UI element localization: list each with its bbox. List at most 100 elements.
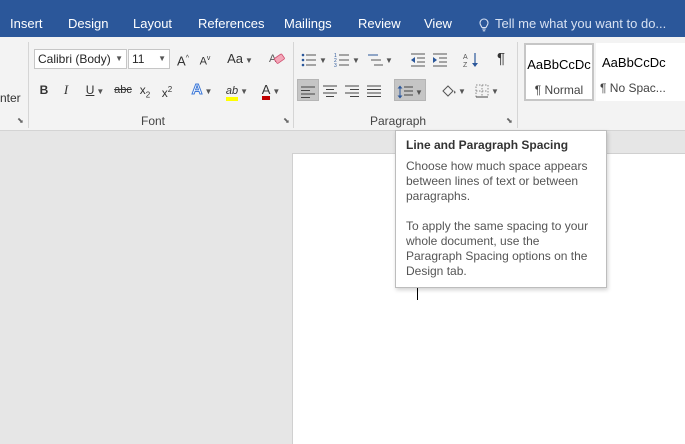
line-spacing-tooltip: Line and Paragraph Spacing Choose how mu…	[395, 130, 607, 288]
font-color-icon: A	[261, 83, 271, 100]
tab-insert[interactable]: Insert	[10, 0, 43, 37]
tab-references[interactable]: References	[198, 0, 264, 37]
borders-icon	[475, 84, 489, 98]
shrink-font-button[interactable]: Av	[196, 48, 214, 70]
style-name: ¶ Normal	[534, 83, 584, 97]
lightbulb-icon	[479, 18, 489, 32]
tooltip-paragraph: Choose how much space appears between li…	[406, 159, 588, 203]
text-effects-icon: A	[191, 81, 203, 99]
grow-font-button[interactable]: A^	[174, 48, 192, 70]
shading-button[interactable]: ▼	[438, 79, 468, 101]
bullets-button[interactable]: ▼	[300, 48, 328, 70]
superscript-mark: 2	[167, 85, 173, 94]
increase-indent-icon	[432, 53, 448, 67]
font-name-value: Calibri (Body)	[38, 52, 111, 66]
chevron-down-icon: ▼	[96, 87, 105, 96]
change-case-button[interactable]: Aa ▼	[224, 48, 256, 70]
style-sample: AaBbCcDc	[602, 55, 666, 70]
bullet-list-icon	[301, 53, 317, 67]
tab-design[interactable]: Design	[68, 0, 108, 37]
chevron-down-icon: ▼	[415, 88, 423, 97]
chevron-down-icon: ▼	[240, 87, 249, 96]
numbered-list-icon: 123	[334, 53, 350, 67]
sort-button[interactable]: AZ	[461, 48, 481, 70]
text-effects-button[interactable]: A ▼	[188, 79, 216, 101]
group-separator	[293, 42, 294, 128]
highlighter-icon: ab	[225, 85, 239, 101]
tab-view[interactable]: View	[424, 0, 452, 37]
chevron-down-icon: ▼	[458, 87, 466, 96]
chevron-down-icon: ▼	[244, 56, 253, 65]
font-name-combo[interactable]: Calibri (Body) ▼	[34, 49, 127, 69]
eraser-icon: A	[268, 50, 288, 68]
grow-font-icon: A	[177, 53, 186, 69]
italic-button[interactable]: I	[58, 79, 74, 101]
line-spacing-button[interactable]: ▼	[394, 79, 426, 101]
align-center-icon	[323, 85, 337, 97]
chevron-down-icon: ▼	[491, 87, 499, 96]
tell-me-search[interactable]: Tell me what you want to do...	[479, 0, 666, 37]
clear-formatting-button[interactable]: A	[268, 48, 288, 70]
borders-button[interactable]: ▼	[472, 79, 502, 101]
font-size-combo[interactable]: 11 ▼	[128, 49, 170, 69]
numbering-button[interactable]: 1 2 3 ▼	[333, 48, 361, 70]
chevron-down-icon: ▼	[385, 56, 393, 65]
style-sample: AaBbCcDc	[527, 57, 591, 72]
tell-me-text: Tell me what you want to do...	[495, 16, 667, 31]
font-color-button[interactable]: A ▼	[256, 79, 286, 101]
svg-text:Z: Z	[463, 62, 468, 68]
group-separator	[28, 42, 29, 128]
paragraph-dialog-launcher-icon[interactable]: ⬊	[506, 117, 514, 125]
multilevel-list-button[interactable]: ▼	[366, 48, 394, 70]
style-no-spacing[interactable]: AaBbCcDc ¶ No Spac...	[596, 43, 685, 101]
font-group-label: Font	[141, 114, 166, 128]
line-spacing-icon	[397, 85, 414, 99]
text-cursor	[417, 288, 418, 300]
superscript-button[interactable]: x2	[159, 79, 175, 101]
chevron-down-icon: ▼	[319, 56, 327, 65]
underline-button[interactable]: U ▼	[80, 79, 110, 101]
chevron-down-icon: ▼	[158, 54, 166, 63]
increase-indent-button[interactable]	[430, 48, 450, 70]
chevron-down-icon: ▼	[115, 54, 123, 63]
align-right-icon	[345, 85, 359, 97]
tooltip-paragraph: To apply the same spacing to your whole …	[406, 219, 589, 278]
align-center-button[interactable]	[320, 79, 340, 101]
chevron-down-icon: ▼	[272, 87, 281, 96]
font-size-value: 11	[132, 52, 145, 66]
align-right-button[interactable]	[342, 79, 362, 101]
svg-text:3: 3	[334, 63, 337, 67]
multilevel-list-icon	[367, 53, 384, 67]
group-separator	[517, 42, 518, 128]
bold-button[interactable]: B	[36, 79, 52, 101]
format-painter-label[interactable]: nter	[0, 91, 21, 105]
tab-review[interactable]: Review	[358, 0, 401, 37]
underline-icon: U	[85, 83, 95, 97]
tab-mailings[interactable]: Mailings	[284, 0, 332, 37]
shrink-font-icon: A	[199, 55, 207, 68]
align-left-button[interactable]	[297, 79, 319, 101]
clipboard-launcher-icon[interactable]: ⬊	[17, 117, 25, 125]
decrease-indent-button[interactable]	[408, 48, 428, 70]
align-left-icon	[301, 86, 315, 98]
subscript-button[interactable]: x2	[137, 79, 153, 101]
change-case-icon: Aa	[227, 51, 243, 66]
subscript-mark: 2	[145, 90, 151, 100]
svg-text:A: A	[463, 54, 468, 61]
highlight-color-button[interactable]: ab ▼	[222, 79, 252, 101]
tooltip-title: Line and Paragraph Spacing	[406, 138, 569, 152]
font-dialog-launcher-icon[interactable]: ⬊	[283, 117, 291, 125]
decrease-indent-icon	[410, 53, 426, 67]
strikethrough-button[interactable]: abc	[113, 79, 133, 101]
sort-icon: AZ	[463, 52, 479, 68]
style-name: ¶ No Spac...	[600, 81, 666, 95]
paragraph-group-label: Paragraph	[370, 114, 427, 128]
ribbon-tab-bar: Insert Design Layout References Mailings…	[0, 0, 685, 37]
tab-layout[interactable]: Layout	[133, 0, 172, 37]
chevron-down-icon: ▼	[352, 56, 360, 65]
style-normal[interactable]: AaBbCcDc ¶ Normal	[524, 43, 594, 101]
tooltip-body: Choose how much space appears between li…	[406, 159, 596, 279]
paint-bucket-icon	[440, 84, 456, 98]
show-formatting-marks-button[interactable]: ¶	[492, 48, 510, 70]
justify-button[interactable]	[364, 79, 384, 101]
